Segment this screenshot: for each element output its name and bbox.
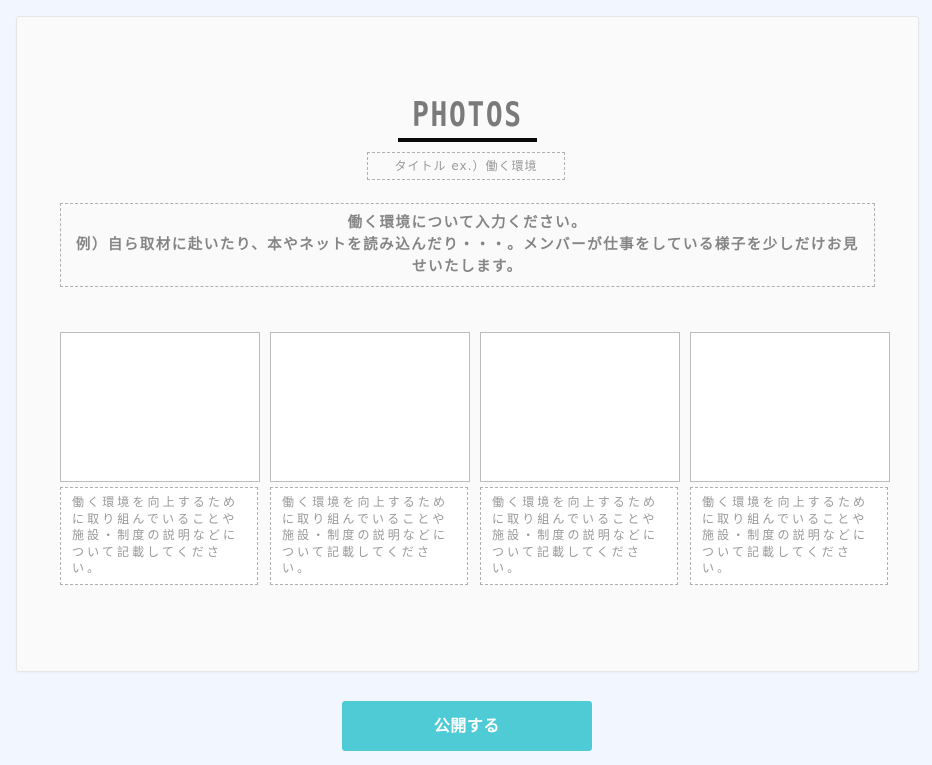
photos-section-card: PHOTOS タイトル ex.）働く環境 働く環境について入力ください。 例）自… bbox=[16, 16, 919, 672]
description-line-2: 例）自ら取材に赴いたり、本やネットを読み込んだり・・・。メンバーが仕事をしている… bbox=[76, 237, 859, 275]
description-line-1: 働く環境について入力ください。 bbox=[347, 215, 588, 231]
photo-item: 働く環境を向上するために取り組んでいることや施設・制度の説明などについて記載して… bbox=[270, 332, 470, 590]
photo-item: 働く環境を向上するために取り組んでいることや施設・制度の説明などについて記載して… bbox=[60, 332, 260, 590]
photo-upload-slot[interactable] bbox=[690, 332, 890, 482]
photo-caption-field[interactable]: 働く環境を向上するために取り組んでいることや施設・制度の説明などについて記載して… bbox=[690, 487, 888, 585]
photo-item: 働く環境を向上するために取り組んでいることや施設・制度の説明などについて記載して… bbox=[480, 332, 680, 590]
publish-button[interactable]: 公開する bbox=[342, 701, 592, 751]
section-description-field[interactable]: 働く環境について入力ください。 例）自ら取材に赴いたり、本やネットを読み込んだり… bbox=[60, 203, 875, 287]
photo-upload-slot[interactable] bbox=[270, 332, 470, 482]
photo-caption-field[interactable]: 働く環境を向上するために取り組んでいることや施設・制度の説明などについて記載して… bbox=[60, 487, 258, 585]
section-heading-wrapper: PHOTOS bbox=[17, 95, 918, 135]
photo-upload-slot[interactable] bbox=[480, 332, 680, 482]
section-title-input[interactable]: タイトル ex.）働く環境 bbox=[367, 152, 565, 180]
photo-caption-field[interactable]: 働く環境を向上するために取り組んでいることや施設・制度の説明などについて記載して… bbox=[270, 487, 468, 585]
photo-caption-field[interactable]: 働く環境を向上するために取り組んでいることや施設・制度の説明などについて記載して… bbox=[480, 487, 678, 585]
section-heading[interactable]: PHOTOS bbox=[412, 95, 523, 135]
photo-item: 働く環境を向上するために取り組んでいることや施設・制度の説明などについて記載して… bbox=[690, 332, 890, 590]
heading-underline bbox=[398, 138, 537, 142]
photo-upload-slot[interactable] bbox=[60, 332, 260, 482]
